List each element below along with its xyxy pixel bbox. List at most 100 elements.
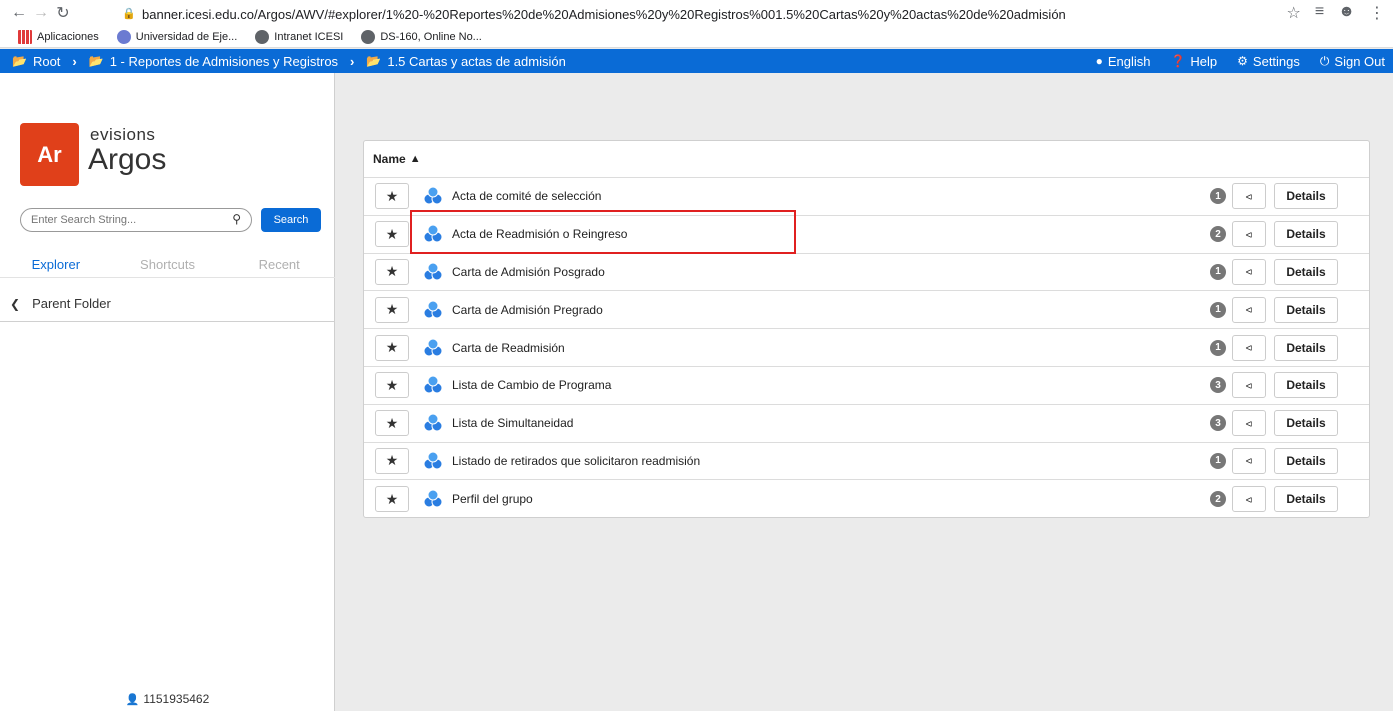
- reload-button[interactable]: ↻: [52, 2, 74, 24]
- favorite-button[interactable]: ★: [375, 334, 409, 361]
- dataform-icon: [422, 374, 444, 396]
- search-button[interactable]: Search: [261, 208, 321, 232]
- dataform-icon: [422, 412, 444, 434]
- row-label[interactable]: Carta de Admisión Posgrado: [452, 265, 605, 279]
- dataform-icon: [422, 261, 444, 283]
- share-button[interactable]: ⪦: [1232, 221, 1266, 248]
- bookmark-ds160[interactable]: DS-160, Online No...: [361, 30, 482, 44]
- share-icon: ⪦: [1245, 264, 1253, 279]
- bookmark-university[interactable]: Universidad de Eje...: [116, 30, 237, 44]
- table-row[interactable]: ★ Lista de Cambio de Programa 3 ⪦ Details: [364, 367, 1369, 405]
- favorite-button[interactable]: ★: [375, 258, 409, 285]
- details-button[interactable]: Details: [1274, 258, 1338, 285]
- star-icon: ★: [385, 414, 399, 431]
- details-button[interactable]: Details: [1274, 221, 1338, 248]
- row-label[interactable]: Perfil del grupo: [452, 492, 533, 506]
- star-icon: ★: [385, 225, 399, 242]
- table-row[interactable]: ★ Lista de Simultaneidad 3 ⪦ Details: [364, 405, 1369, 443]
- argos-logo-mark: Ar: [20, 123, 79, 186]
- profile-icon[interactable]: ☻: [1338, 3, 1355, 23]
- row-label[interactable]: Carta de Readmisión: [452, 341, 565, 355]
- details-button[interactable]: Details: [1274, 486, 1338, 513]
- report-list: Name ▲ ★ Acta de comité de selección 1 ⪦ Det…: [363, 140, 1370, 518]
- sign-out-button[interactable]: ⏻ Sign Out: [1320, 54, 1385, 69]
- breadcrumb-root[interactable]: 📂 Root ›: [12, 54, 89, 69]
- report-count-badge: 2: [1210, 226, 1226, 243]
- share-button[interactable]: ⪦: [1232, 486, 1266, 513]
- table-row[interactable]: ★ Carta de Admisión Pregrado 1 ⪦ Details: [364, 291, 1369, 330]
- table-row[interactable]: ★ Carta de Readmisión 1 ⪦ Details: [364, 329, 1369, 367]
- folder-open-icon: 📂: [88, 54, 104, 68]
- details-button[interactable]: Details: [1274, 334, 1338, 361]
- breadcrumb-cartas[interactable]: 📂 1.5 Cartas y actas de admisión: [366, 54, 565, 69]
- main-content: Name ▲ ★ Acta de comité de selección 1 ⪦ Det…: [336, 73, 1393, 711]
- favorite-button[interactable]: ★: [375, 183, 409, 210]
- chevron-right-icon: ›: [350, 53, 355, 69]
- row-label[interactable]: Acta de comité de selección: [452, 189, 601, 203]
- dataform-icon: [422, 223, 444, 245]
- tab-shortcuts[interactable]: Shortcuts: [112, 257, 224, 277]
- share-button[interactable]: ⪦: [1232, 334, 1266, 361]
- parent-folder-link[interactable]: ❮ Parent Folder: [0, 286, 335, 322]
- favorite-button[interactable]: ★: [375, 410, 409, 437]
- share-button[interactable]: ⪦: [1232, 296, 1266, 323]
- table-row[interactable]: ★ Listado de retirados que solicitaron re…: [364, 443, 1369, 481]
- share-button[interactable]: ⪦: [1232, 410, 1266, 437]
- search-input[interactable]: [21, 214, 211, 226]
- english-button[interactable]: ● English: [1096, 54, 1151, 69]
- row-label[interactable]: Acta de Readmisión o Reingreso: [452, 227, 627, 241]
- settings-button[interactable]: ⚙ Settings: [1237, 54, 1300, 69]
- globe-icon: ●: [1095, 54, 1103, 68]
- table-row[interactable]: ★ Carta de Admisión Posgrado 1 ⪦ Details: [364, 254, 1369, 292]
- breadcrumb-reportes[interactable]: 📂 1 - Reportes de Admisiones y Registros…: [89, 54, 367, 69]
- favorite-button[interactable]: ★: [375, 447, 409, 474]
- tab-explorer[interactable]: Explorer: [0, 257, 112, 277]
- reading-list-icon[interactable]: ≡: [1315, 3, 1324, 23]
- favorite-button[interactable]: ★: [375, 296, 409, 323]
- share-button[interactable]: ⪦: [1232, 258, 1266, 285]
- bookmark-apps[interactable]: Aplicaciones: [18, 30, 99, 44]
- row-label[interactable]: Lista de Cambio de Programa: [452, 378, 611, 392]
- breadcrumb: 📂 Root › 📂 1 - Reportes de Admisiones y …: [0, 54, 566, 69]
- star-bookmark-icon[interactable]: ☆: [1286, 3, 1300, 23]
- tab-recent[interactable]: Recent: [223, 257, 335, 277]
- brand-text: evisions: [90, 125, 156, 144]
- row-label[interactable]: Lista de Simultaneidad: [452, 416, 573, 430]
- table-row[interactable]: ★ Acta de Readmisión o Reingreso 2 ⪦ Details: [364, 216, 1369, 254]
- back-button[interactable]: ←: [8, 2, 30, 24]
- sidebar-tabs: Explorer Shortcuts Recent: [0, 257, 335, 277]
- report-count-badge: 1: [1210, 339, 1226, 356]
- bookmark-intranet[interactable]: Intranet ICESI: [255, 30, 343, 44]
- row-label[interactable]: Carta de Admisión Pregrado: [452, 303, 603, 317]
- dataform-icon: [422, 488, 444, 510]
- share-button[interactable]: ⪦: [1232, 183, 1266, 210]
- details-button[interactable]: Details: [1274, 183, 1338, 210]
- url-bar[interactable]: 🔒 banner.icesi.edu.co/Argos/AWV/#explore…: [122, 4, 1194, 24]
- star-icon: ★: [385, 452, 399, 469]
- share-button[interactable]: ⪦: [1232, 372, 1266, 399]
- details-button[interactable]: Details: [1274, 296, 1338, 323]
- row-label[interactable]: Listado de retirados que solicitaron rea…: [452, 454, 700, 468]
- user-icon: 👤: [125, 693, 140, 706]
- bookmarks-bar: Aplicaciones Universidad de Eje... Intra…: [0, 26, 1393, 48]
- table-row[interactable]: ★ Perfil del grupo 2 ⪦ Details: [364, 480, 1369, 518]
- favorite-button[interactable]: ★: [375, 221, 409, 248]
- table-row[interactable]: ★ Acta de comité de selección 1 ⪦ Details: [364, 178, 1369, 216]
- help-button[interactable]: ❓ Help: [1170, 54, 1217, 69]
- favorite-button[interactable]: ★: [375, 372, 409, 399]
- name-column-header[interactable]: Name ▲: [364, 141, 1369, 178]
- details-button[interactable]: Details: [1274, 410, 1338, 437]
- share-button[interactable]: ⪦: [1232, 447, 1266, 474]
- details-button[interactable]: Details: [1274, 447, 1338, 474]
- browser-right-icons: ☆ ≡ ☻ ⋮: [1286, 3, 1385, 23]
- more-menu-icon[interactable]: ⋮: [1369, 3, 1385, 23]
- favorite-button[interactable]: ★: [375, 486, 409, 513]
- chevron-right-icon: ›: [72, 53, 77, 69]
- report-count-badge: 1: [1210, 263, 1226, 280]
- browser-chrome: ← → ↻ 🔒 banner.icesi.edu.co/Argos/AWV/#e…: [0, 0, 1393, 48]
- forward-button[interactable]: →: [30, 2, 52, 24]
- report-count-badge: 3: [1210, 377, 1226, 394]
- details-button[interactable]: Details: [1274, 372, 1338, 399]
- dataform-icon: [422, 185, 444, 207]
- folder-open-icon: 📂: [12, 54, 27, 68]
